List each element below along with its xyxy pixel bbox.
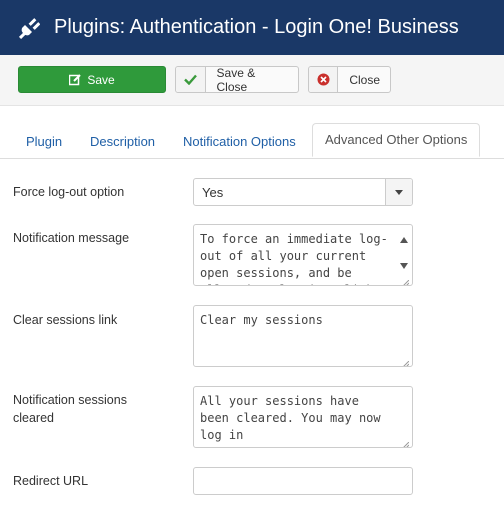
page-title: Plugins: Authentication - Login One! Bus…	[54, 16, 459, 38]
tab-plugin[interactable]: Plugin	[26, 124, 62, 158]
save-button[interactable]: Save	[18, 66, 166, 93]
redirect-url-input[interactable]	[193, 467, 413, 495]
force-logout-value: Yes	[202, 185, 224, 200]
close-icon	[309, 67, 339, 92]
force-logout-select[interactable]: Yes	[193, 178, 413, 206]
clear-sessions-link-textarea[interactable]: Clear my sessions	[193, 305, 413, 367]
notification-message-label: Notification message	[13, 231, 130, 245]
resize-grip-icon[interactable]	[402, 437, 410, 447]
resize-grip-icon[interactable]	[402, 356, 410, 366]
chevron-down-icon[interactable]	[385, 179, 412, 205]
resize-grip-icon[interactable]	[402, 275, 410, 285]
clear-sessions-link-text: Clear my sessions	[200, 313, 323, 327]
check-icon	[176, 67, 206, 92]
edit-icon	[69, 73, 82, 86]
tab-notification-options[interactable]: Notification Options	[183, 124, 296, 158]
save-close-label: Save & Close	[216, 65, 256, 94]
close-label: Close	[349, 72, 380, 87]
tab-description[interactable]: Description	[90, 124, 155, 158]
notification-sessions-cleared-textarea[interactable]: All your sessions have been cleared. You…	[193, 386, 413, 448]
save-close-button[interactable]: Save & Close	[175, 65, 299, 94]
toolbar: Save Save & Close Close	[0, 55, 504, 106]
scroll-up-icon[interactable]	[400, 231, 408, 243]
notification-sessions-cleared-text: All your sessions have been cleared. You…	[200, 394, 381, 442]
close-button[interactable]: Close	[308, 66, 391, 93]
notification-sessions-cleared-label: Notification sessions cleared	[13, 393, 127, 425]
notification-message-text: To force an immediate log-out of all you…	[200, 232, 388, 285]
tab-advanced-other-options[interactable]: Advanced Other Options	[312, 123, 481, 157]
tab-bar: Plugin Description Notification Options …	[0, 123, 504, 159]
scroll-down-icon[interactable]	[400, 257, 408, 269]
force-logout-label: Force log-out option	[13, 185, 125, 199]
plug-icon	[17, 16, 41, 40]
page-header: Plugins: Authentication - Login One! Bus…	[0, 0, 504, 55]
redirect-url-label: Redirect URL	[13, 474, 89, 488]
clear-sessions-link-label: Clear sessions link	[13, 313, 118, 327]
notification-message-textarea[interactable]: To force an immediate log-out of all you…	[193, 224, 413, 286]
save-button-label: Save	[87, 72, 115, 87]
